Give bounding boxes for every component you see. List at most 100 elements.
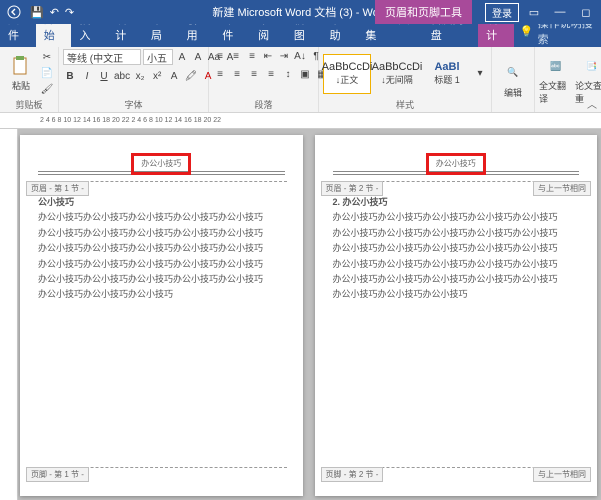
body-line: 办公小技巧办公小技巧办公小技巧办公小技巧办公小技巧 [333,272,580,286]
group-clipboard-label: 剪贴板 [4,98,54,112]
font-size-select[interactable]: 小五 [143,49,173,65]
align-right-icon[interactable]: ≡ [247,67,261,81]
style-name: 标题 1 [434,73,460,86]
document-area: 办公小技巧 页眉 - 第 1 节 - 公小技巧 办公小技巧办公小技巧办公小技巧办… [0,129,601,500]
doc-title: 公小技巧 [38,195,285,209]
header-text[interactable]: 办公小技巧 [141,158,181,169]
undo-icon[interactable]: ↶ [50,6,59,19]
footer-section-tag: 页脚 - 第 2 节 - [321,467,384,482]
footer-section-tag: 页脚 - 第 1 节 - [26,467,89,482]
redo-icon[interactable]: ↷ [65,6,74,19]
numbering-icon[interactable]: ≡ [229,49,243,63]
save-icon[interactable]: 💾 [30,6,44,19]
paste-button[interactable]: 粘贴 [4,55,38,92]
bullets-icon[interactable]: ≡ [213,49,227,63]
body-line: 办公小技巧办公小技巧办公小技巧 [38,287,285,301]
same-as-previous-tag: 与上一节相同 [533,467,591,482]
group-paragraph-label: 段落 [213,98,314,112]
style-name: ↓正文 [336,73,359,86]
italic-button[interactable]: I [80,69,94,83]
subscript-button[interactable]: x₂ [133,69,147,83]
vertical-ruler[interactable] [0,129,18,500]
header-text[interactable]: 办公小技巧 [436,158,476,169]
style-preview: AaBbCcDi [372,61,423,73]
body-line: 办公小技巧办公小技巧办公小技巧办公小技巧办公小技巧 [333,226,580,240]
translate-icon: 🔤 [545,55,567,77]
body-line: 办公小技巧办公小技巧办公小技巧办公小技巧办公小技巧 [38,241,285,255]
style-preview: AaBl [434,61,459,73]
grow-font-icon[interactable]: A [175,50,189,64]
header-section-tag: 页眉 - 第 1 节 - [26,181,89,196]
group-paragraph: ≡ ≡ ≡ ⇤ ⇥ A↓ ¶ ≡ ≡ ≡ ≡ ↕ ▣ ▦ 段落 [209,47,319,112]
body-line: 办公小技巧办公小技巧办公小技巧办公小技巧办公小技巧 [38,226,285,240]
style-name: ↓无间隔 [381,73,413,86]
align-left-icon[interactable]: ≡ [213,67,227,81]
align-center-icon[interactable]: ≡ [230,67,244,81]
body-line: 办公小技巧办公小技巧办公小技巧办公小技巧办公小技巧 [333,257,580,271]
underline-button[interactable]: U [97,69,111,83]
group-editing-spacer [496,111,530,112]
body-line: 办公小技巧办公小技巧办公小技巧办公小技巧办公小技巧 [333,241,580,255]
indent-dec-icon[interactable]: ⇤ [261,49,275,63]
group-font: 等线 (中文正 小五 A A Aa A B I U abc x₂ x² A 🖍 … [59,47,209,112]
line-spacing-icon[interactable]: ↕ [281,67,295,81]
minimize-icon[interactable]: — [549,6,571,18]
style-preview: AaBbCcDi [322,61,373,73]
body-line: 办公小技巧办公小技巧办公小技巧办公小技巧办公小技巧 [333,210,580,224]
window-title: 新建 Microsoft Word 文档 (3) - Word [212,4,388,20]
editing-label: 编辑 [504,86,522,99]
group-styles-label: 样式 [323,98,487,112]
style-no-spacing[interactable]: AaBbCcDi ↓无间隔 [373,54,421,94]
back-icon[interactable] [4,2,24,22]
context-tool-label: 页眉和页脚工具 [375,0,472,24]
shading-icon[interactable]: ▣ [298,67,312,81]
title-bar: 💾 ↶ ↷ 新建 Microsoft Word 文档 (3) - Word 页眉… [0,0,601,24]
bold-button[interactable]: B [63,69,77,83]
style-normal[interactable]: AaBbCcDi ↓正文 [323,54,371,94]
group-styles: AaBbCcDi ↓正文 AaBbCcDi ↓无间隔 AaBl 标题 1 ▾ 样… [319,47,492,112]
body-line: 办公小技巧办公小技巧办公小技巧办公小技巧办公小技巧 [38,272,285,286]
multilevel-icon[interactable]: ≡ [245,49,259,63]
check-icon: 📑 [581,55,601,77]
lightbulb-icon: 💡 [520,25,534,38]
highlight-icon[interactable]: 🖍 [184,69,198,83]
style-heading1[interactable]: AaBl 标题 1 [423,54,471,94]
text-effects-icon[interactable]: A [167,69,181,83]
header-section-tag: 页眉 - 第 2 节 - [321,181,384,196]
page-body: 2. 办公小技巧 办公小技巧办公小技巧办公小技巧办公小技巧办公小技巧 办公小技巧… [333,195,580,302]
indent-inc-icon[interactable]: ⇥ [277,49,291,63]
body-line: 办公小技巧办公小技巧办公小技巧 [333,287,580,301]
body-line: 办公小技巧办公小技巧办公小技巧办公小技巧办公小技巧 [38,210,285,224]
paste-label: 粘贴 [12,79,30,92]
maximize-icon[interactable]: ◻ [575,6,597,19]
sort-icon[interactable]: A↓ [293,49,307,63]
page-1[interactable]: 办公小技巧 页眉 - 第 1 节 - 公小技巧 办公小技巧办公小技巧办公小技巧办… [20,135,303,496]
find-icon: 🔍 [502,62,524,84]
cut-icon[interactable]: ✂ [40,51,54,65]
horizontal-ruler[interactable]: 2 4 6 8 10 12 14 16 18 20 22 2 4 6 8 10 … [0,113,601,129]
group-editing: 🔍 编辑 [492,47,535,112]
translate-button[interactable]: 🔤全文翻译 [539,55,573,105]
styles-more-icon[interactable]: ▾ [473,67,487,81]
format-painter-icon[interactable]: 🖌 [40,83,54,97]
doc-title: 2. 办公小技巧 [333,195,580,209]
superscript-button[interactable]: x² [150,69,164,83]
align-justify-icon[interactable]: ≡ [264,67,278,81]
strike-button[interactable]: abc [114,69,130,83]
group-font-label: 字体 [63,98,204,112]
header-rule [333,171,580,175]
header-rule [38,171,285,175]
font-name-select[interactable]: 等线 (中文正 [63,49,141,65]
qat: 💾 ↶ ↷ [30,6,74,19]
shrink-font-icon[interactable]: A [191,50,205,64]
ribbon-options-icon[interactable]: ▭ [523,6,545,19]
body-line: 办公小技巧办公小技巧办公小技巧办公小技巧办公小技巧 [38,257,285,271]
page-2[interactable]: 办公小技巧 页眉 - 第 2 节 - 与上一节相同 2. 办公小技巧 办公小技巧… [315,135,598,496]
editing-button[interactable]: 🔍 编辑 [496,62,530,99]
copy-icon[interactable]: 📄 [40,67,54,81]
paste-icon [10,55,32,77]
page-body: 公小技巧 办公小技巧办公小技巧办公小技巧办公小技巧办公小技巧 办公小技巧办公小技… [38,195,285,302]
collapse-ribbon-icon[interactable]: ︿ [587,96,597,111]
login-button[interactable]: 登录 [485,3,519,22]
ribbon-tabs: 文件 开始 插入 设计 布局 引用 邮件 审阅 视图 帮助 PDF工具集 百度网… [0,24,601,47]
